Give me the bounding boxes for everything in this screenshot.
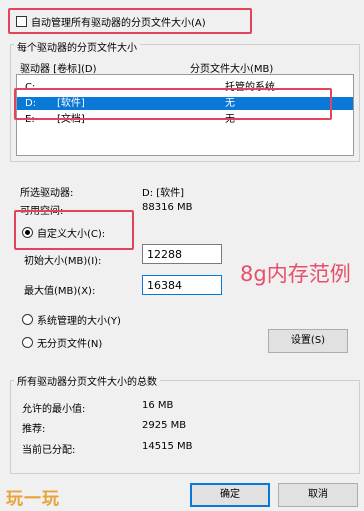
initial-size-label: 初始大小(MB)(I): bbox=[24, 256, 102, 267]
max-size-label: 最大值(MB)(X): bbox=[24, 286, 96, 297]
auto-manage-label: 自动管理所有驱动器的分页文件大小(A) bbox=[31, 18, 206, 29]
selected-drive-label: 所选驱动器: bbox=[20, 188, 74, 199]
free-space-value: 88316 MB bbox=[142, 202, 193, 213]
auto-manage-checkbox[interactable] bbox=[16, 16, 27, 27]
annotation-text: 8g内存范例 bbox=[240, 262, 351, 286]
system-managed-radio-row[interactable]: 系统管理的大小(Y) bbox=[22, 312, 121, 327]
auto-manage-checkbox-row[interactable]: 自动管理所有驱动器的分页文件大小(A) bbox=[16, 14, 206, 29]
col-header-size: 分页文件大小(MB) bbox=[190, 64, 274, 75]
no-paging-radio-row[interactable]: 无分页文件(N) bbox=[22, 335, 102, 350]
cancel-button[interactable]: 取消 bbox=[278, 483, 358, 507]
recommended-value: 2925 MB bbox=[142, 420, 187, 431]
max-size-input[interactable]: 16384 bbox=[142, 275, 222, 295]
ok-button[interactable]: 确定 bbox=[190, 483, 270, 507]
totals-group-label: 所有驱动器分页文件大小的总数 bbox=[14, 373, 160, 388]
min-allowed-value: 16 MB bbox=[142, 400, 174, 411]
watermark-text: 玩一玩 bbox=[6, 489, 60, 509]
current-allocated-value: 14515 MB bbox=[142, 441, 193, 452]
system-managed-label: 系统管理的大小(Y) bbox=[37, 316, 121, 327]
custom-size-radio[interactable] bbox=[22, 227, 33, 238]
set-button[interactable]: 设置(S) bbox=[268, 329, 348, 353]
watermark-logo: 玩一玩 bbox=[6, 484, 60, 509]
recommended-label: 推荐: bbox=[22, 424, 46, 435]
min-allowed-label: 允许的最小值: bbox=[22, 404, 86, 415]
initial-size-input[interactable]: 12288 bbox=[142, 244, 222, 264]
selected-drive-highlight bbox=[14, 88, 332, 120]
selected-drive-value: D: [软件] bbox=[142, 188, 185, 199]
col-header-drive: 驱动器 [卷标](D) bbox=[20, 64, 97, 75]
custom-size-radio-row[interactable]: 自定义大小(C): bbox=[22, 225, 105, 240]
system-managed-radio[interactable] bbox=[22, 314, 33, 325]
custom-size-label: 自定义大小(C): bbox=[37, 229, 106, 240]
per-drive-group-label: 每个驱动器的分页文件大小 bbox=[14, 39, 140, 54]
current-allocated-label: 当前已分配: bbox=[22, 445, 76, 456]
no-paging-radio[interactable] bbox=[22, 337, 33, 348]
no-paging-label: 无分页文件(N) bbox=[37, 339, 103, 350]
